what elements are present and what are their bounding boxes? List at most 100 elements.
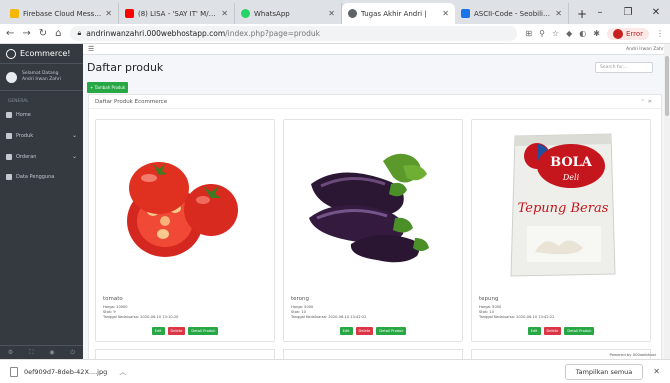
browser-tab-active[interactable]: Tugas Akhir Andri | ✕ bbox=[342, 3, 455, 24]
tab-title: ASCII-Code - Seobility Wiki bbox=[474, 9, 551, 18]
fullscreen-icon[interactable]: ⛶ bbox=[29, 349, 33, 357]
pack-brand-text: BOLA bbox=[550, 155, 593, 170]
close-icon[interactable]: ✕ bbox=[648, 99, 655, 105]
menu-toggle-icon[interactable]: ☰ bbox=[88, 45, 94, 53]
powered-by-badge[interactable]: Powered by 000webhost bbox=[609, 352, 656, 357]
product-card: terong Harga: 5000 Stok: 10 Tanggal Keda… bbox=[283, 119, 463, 342]
collapse-icon[interactable]: ⌃ bbox=[641, 99, 648, 105]
close-icon[interactable]: ✕ bbox=[653, 367, 660, 376]
close-tab-icon[interactable]: ✕ bbox=[442, 9, 449, 18]
sidebar-item-label: Produk bbox=[16, 132, 34, 139]
forward-icon[interactable]: → bbox=[22, 28, 30, 39]
eye-icon[interactable]: ◉ bbox=[49, 349, 54, 356]
desktop-icon bbox=[6, 153, 12, 160]
close-window-icon[interactable]: ✕ bbox=[642, 7, 670, 18]
detail-product-button[interactable]: Detail Produk bbox=[564, 327, 595, 335]
zoom-icon[interactable]: ⚲ bbox=[539, 29, 545, 38]
sidebar-item-label: Home bbox=[16, 112, 31, 118]
product-expiry: Tanggal Kedaluarsa: 2020-06-10 13:42:22 bbox=[291, 315, 367, 319]
product-image-flour-pack: BOLA Deli Tepung Beras bbox=[479, 126, 645, 279]
delete-button[interactable]: Delete bbox=[167, 327, 186, 335]
sidebar-item-home[interactable]: Home bbox=[0, 105, 83, 125]
url-domain: andrinwanzahri.000webhostapp.com bbox=[86, 29, 226, 38]
scrollbar-thumb[interactable] bbox=[665, 56, 669, 116]
product-actions: Edit Delete Detail Produk bbox=[96, 327, 274, 335]
firebase-icon bbox=[10, 9, 19, 18]
minimize-icon[interactable]: – bbox=[586, 7, 614, 18]
star-icon[interactable]: ☆ bbox=[552, 29, 559, 38]
download-filename: 0ef909d7-8deb-42X....jpg bbox=[24, 367, 108, 376]
sidebar: Ecommerce! Selamat Datang Andri Irwan Za… bbox=[0, 44, 83, 359]
browser-tab[interactable]: WhatsApp ✕ bbox=[235, 3, 342, 24]
product-image-tomato bbox=[103, 126, 269, 279]
browser-tab[interactable]: ASCII-Code - Seobility Wiki ✕ bbox=[455, 3, 569, 24]
admin-app: Ecommerce! Selamat Datang Andri Irwan Za… bbox=[0, 44, 670, 359]
reload-icon[interactable]: ↻ bbox=[39, 28, 47, 39]
add-product-button[interactable]: + Tambah Produk bbox=[87, 82, 129, 93]
detail-product-button[interactable]: Detail Produk bbox=[376, 327, 407, 335]
close-tab-icon[interactable]: ✕ bbox=[555, 9, 562, 18]
home-icon[interactable]: ⌂ bbox=[55, 28, 61, 39]
product-card bbox=[95, 349, 275, 359]
puzzle-icon[interactable]: ✱ bbox=[593, 29, 600, 38]
translate-icon[interactable]: ⊞ bbox=[525, 29, 532, 38]
add-product-label: Tambah Produk bbox=[94, 85, 126, 90]
panel-header: Daftar Produk Ecommerce ⌃✕ bbox=[89, 95, 661, 109]
power-icon[interactable]: ⏻ bbox=[70, 349, 75, 357]
url-field[interactable]: 🔒︎ andrinwanzahri.000webhostapp.com/inde… bbox=[69, 26, 518, 41]
tab-title: (8) LISA - 'SAY IT' M/V (ft. JUHN bbox=[138, 9, 217, 18]
download-bar: 0ef909d7-8deb-42X....jpg ︿ Tampilkan sem… bbox=[0, 359, 670, 383]
detail-product-button[interactable]: Detail Produk bbox=[188, 327, 219, 335]
menu-icon[interactable]: ⋮ bbox=[656, 29, 664, 38]
sidebar-brand[interactable]: Ecommerce! bbox=[0, 44, 83, 64]
back-icon[interactable]: ← bbox=[6, 28, 14, 39]
sidebar-footer: ⚙ ⛶ ◉ ⏻ bbox=[0, 345, 83, 359]
chevron-up-icon[interactable]: ︿ bbox=[119, 367, 126, 377]
sidebar-item-label: Data Pengguna bbox=[16, 174, 55, 180]
browser-tab[interactable]: Firebase Cloud Messaging ✕ bbox=[4, 3, 119, 24]
edit-button[interactable]: Edit bbox=[339, 327, 353, 335]
tab-title: WhatsApp bbox=[254, 9, 290, 18]
address-bar-row: ← → ↻ ⌂ 🔒︎ andrinwanzahri.000webhostapp.… bbox=[0, 24, 670, 44]
browser-tab[interactable]: (8) LISA - 'SAY IT' M/V (ft. JUHN ✕ bbox=[119, 3, 235, 24]
edit-button[interactable]: Edit bbox=[527, 327, 541, 335]
settings-icon[interactable]: ⚙ bbox=[8, 349, 13, 356]
profile-error-button[interactable]: Error bbox=[606, 27, 649, 40]
sidebar-section-heading: GENERAL bbox=[8, 98, 29, 103]
product-expiry: Tanggal Kedaluarsa: 2020-06-10 13:10:20 bbox=[103, 315, 179, 319]
maximize-icon[interactable]: ❐ bbox=[614, 7, 642, 18]
delete-button[interactable]: Delete bbox=[355, 327, 374, 335]
sidebar-item-orderan[interactable]: Orderan ⌄ bbox=[0, 146, 83, 167]
product-panel: Daftar Produk Ecommerce ⌃✕ tomato Harga:… bbox=[88, 94, 662, 359]
product-name: tomato bbox=[103, 296, 123, 302]
whatsapp-icon bbox=[241, 9, 250, 18]
chevron-down-icon: ⌄ bbox=[71, 153, 77, 160]
extension-icon[interactable]: ◆ bbox=[566, 29, 572, 38]
lock-icon: 🔒︎ bbox=[77, 29, 82, 37]
close-tab-icon[interactable]: ✕ bbox=[105, 9, 112, 18]
product-name: terong bbox=[291, 296, 310, 302]
close-tab-icon[interactable]: ✕ bbox=[221, 9, 228, 18]
close-tab-icon[interactable]: ✕ bbox=[328, 9, 335, 18]
download-item[interactable]: 0ef909d7-8deb-42X....jpg bbox=[10, 366, 108, 377]
sidebar-item-data-pengguna[interactable]: Data Pengguna bbox=[0, 167, 83, 187]
extension-icon[interactable]: ◐ bbox=[579, 29, 586, 38]
page-scrollbar[interactable] bbox=[664, 44, 670, 359]
show-all-downloads-button[interactable]: Tampilkan semua bbox=[564, 363, 644, 380]
tab-title: Firebase Cloud Messaging bbox=[23, 9, 101, 18]
navbar-user-name[interactable]: Andri Irwan Zahri bbox=[626, 47, 665, 52]
product-name: tepung bbox=[479, 296, 499, 302]
delete-button[interactable]: Delete bbox=[543, 327, 562, 335]
url-path: /index.php?page=produk bbox=[225, 29, 320, 38]
file-icon bbox=[10, 366, 18, 377]
brand-logo-icon bbox=[6, 48, 16, 59]
avatar bbox=[612, 28, 623, 39]
user-icon bbox=[6, 174, 12, 180]
main-content: ☰ Andri Irwan Zahri Daftar produk Search… bbox=[83, 44, 670, 359]
sidebar-item-produk[interactable]: Produk ⌄ bbox=[0, 125, 83, 146]
edit-button[interactable]: Edit bbox=[151, 327, 165, 335]
browser-tab-bar: Firebase Cloud Messaging ✕ (8) LISA - 'S… bbox=[0, 0, 670, 24]
product-card: tomato Harga: 10000 Stok: 9 Tanggal Keda… bbox=[95, 119, 275, 342]
page-header: Daftar produk Search for... bbox=[83, 55, 670, 74]
search-input[interactable]: Search for... bbox=[595, 62, 653, 73]
